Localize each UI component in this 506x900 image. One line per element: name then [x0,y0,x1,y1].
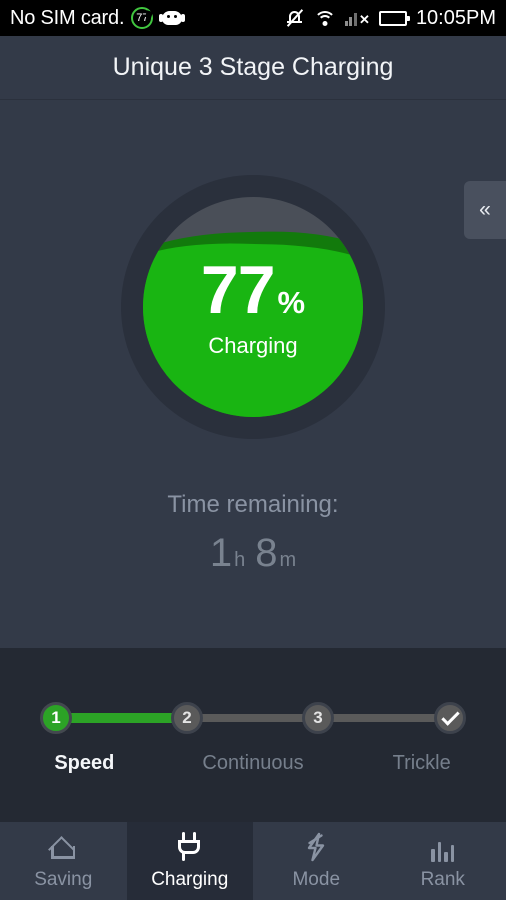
signal-no-service-icon: ✕ [344,10,370,26]
stage-node-1-label: 1 [51,708,61,727]
home-icon [47,832,79,863]
stage-label-trickle: Trickle [392,752,451,774]
bottom-navigation: Saving Charging Mode Rank [0,822,506,900]
time-minutes-unit: m [279,549,297,571]
stage-node-2[interactable]: 2 [171,702,203,734]
charging-state-label: Charging [208,332,298,358]
battery-badge-value: 77 [136,12,149,24]
nav-item-rank[interactable]: Rank [380,822,506,900]
stage-node-3[interactable]: 3 [302,702,334,734]
battery-icon [378,10,410,26]
time-hours-unit: h [234,549,246,571]
stage-node-2-label: 2 [182,708,192,727]
stage-node-1[interactable]: 1 [40,702,72,734]
percent-symbol: % [277,284,306,320]
check-icon [440,706,460,726]
mute-icon [285,8,305,28]
title-bar: Unique 3 Stage Charging [0,36,506,100]
app-root: No SIM card. 77 ✕ 10:05PM Unique 3 Stage… [0,0,506,900]
battery-circle-icon: 77 [131,7,154,29]
battery-percent-row: 77 % [201,256,305,324]
gauge-readout: 77 % Charging [121,175,385,439]
stage-node-complete[interactable] [434,702,466,734]
time-remaining-block: Time remaining: 1 h 8 m [0,491,506,576]
wifi-icon [313,9,336,27]
status-bar: No SIM card. 77 ✕ 10:05PM [0,0,506,36]
stage-progress-panel: 1 2 3 Speed Continuous Trickle [0,648,506,822]
stage-track: 1 2 3 [40,702,466,734]
nav-item-mode-label: Mode [292,868,341,890]
nav-item-charging-label: Charging [151,868,229,890]
main-content: « 77 % Charging Time remaining: 1 h 8 m [0,101,506,648]
nav-item-charging[interactable]: Charging [126,822,253,900]
nav-item-mode[interactable]: Mode [253,822,380,900]
status-bar-left: No SIM card. 77 [10,6,186,30]
carrier-label: No SIM card. [10,6,125,29]
android-robot-icon [159,10,186,26]
stage-node-3-label: 3 [313,708,323,727]
stage-label-speed: Speed [54,752,115,774]
time-remaining-label: Time remaining: [167,491,339,518]
time-minutes-value: 8 [255,531,278,575]
nav-item-saving-label: Saving [34,868,93,890]
page-title: Unique 3 Stage Charging [112,53,394,81]
stage-label-continuous: Continuous [202,752,304,774]
nav-item-rank-label: Rank [420,868,465,890]
collapse-panel-button[interactable]: « [464,181,506,239]
bar-chart-icon [427,832,459,862]
battery-gauge[interactable]: 77 % Charging [121,175,385,439]
chevron-double-left-icon: « [479,198,491,221]
stage-label-row: Speed Continuous Trickle [0,752,506,775]
clock-label: 10:05PM [415,6,496,29]
plug-icon [174,831,206,862]
nav-item-saving[interactable]: Saving [0,822,127,900]
time-remaining-value: 1 h 8 m [0,531,506,576]
time-hours-value: 1 [209,531,233,575]
status-bar-right: ✕ 10:05PM [285,7,496,30]
battery-percent-value: 77 [200,251,276,328]
bolt-icon [300,832,332,862]
